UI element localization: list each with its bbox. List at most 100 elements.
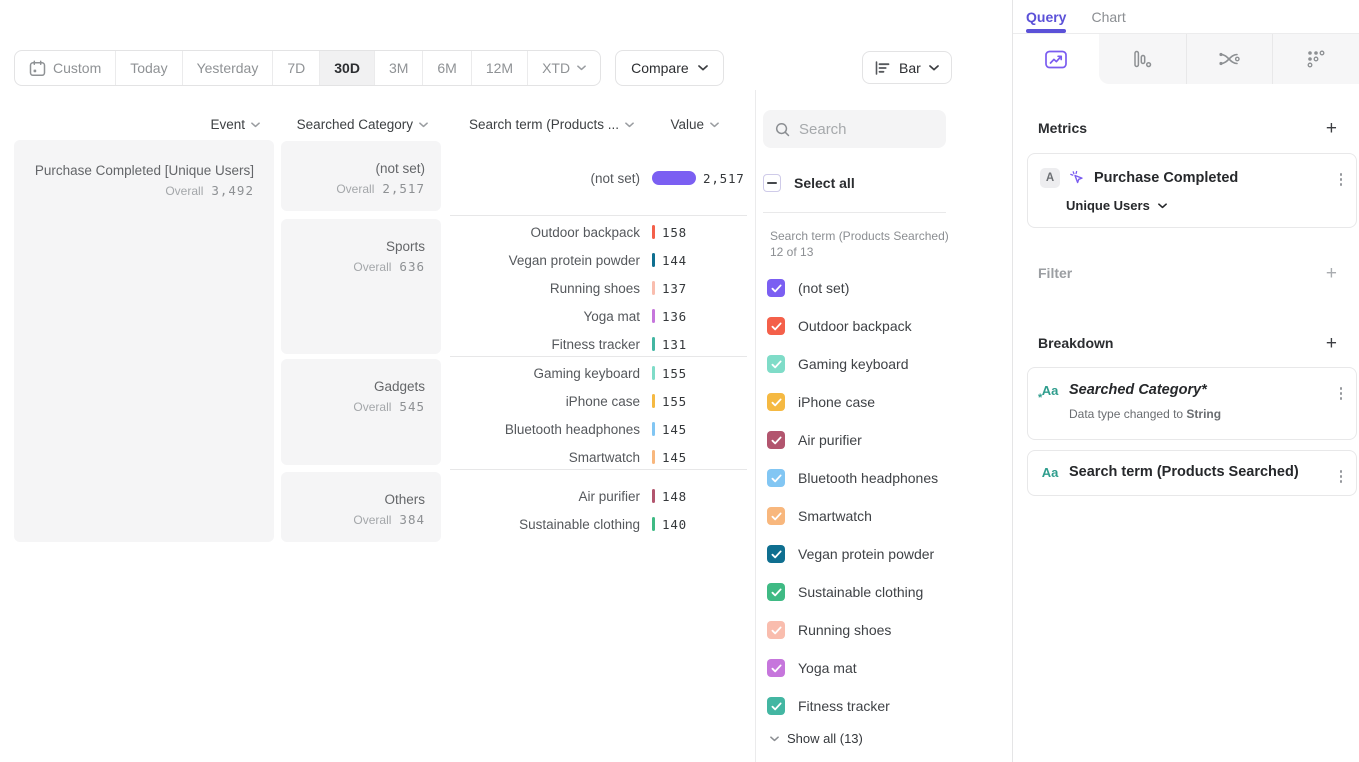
calendar-icon — [29, 60, 46, 77]
date-range-yesterday[interactable]: Yesterday — [182, 51, 273, 85]
value-bar[interactable] — [652, 337, 655, 351]
value-bar[interactable] — [652, 225, 655, 239]
breakdown-more-menu[interactable] — [1338, 468, 1345, 485]
checklist-item-outdoor-backpack[interactable]: Outdoor backpack — [767, 307, 938, 345]
checklist-item-fitness-tracker[interactable]: Fitness tracker — [767, 687, 938, 725]
term-bar-cell: 144 — [640, 253, 747, 268]
search-term-row[interactable]: Running shoes 137 — [450, 274, 747, 302]
date-range-7d[interactable]: 7D — [272, 51, 319, 85]
add-filter-button[interactable]: + — [1326, 264, 1337, 283]
term-bar-cell: 155 — [640, 366, 747, 381]
value-bar[interactable] — [652, 422, 655, 436]
date-range-custom[interactable]: Custom — [15, 51, 115, 85]
checklist-item-air-purifier[interactable]: Air purifier — [767, 421, 938, 459]
checklist-item-yoga-mat[interactable]: Yoga mat — [767, 649, 938, 687]
chevron-down-icon — [710, 122, 719, 128]
category-cell[interactable]: (not set) Overall2,517 — [281, 141, 441, 211]
date-range-12m[interactable]: 12M — [471, 51, 527, 85]
breakdown-more-menu[interactable] — [1338, 385, 1345, 402]
search-term-row[interactable]: Sustainable clothing 140 — [450, 510, 747, 538]
checked-checkbox-icon — [767, 621, 785, 639]
date-range-6m[interactable]: 6M — [422, 51, 470, 85]
value-bar[interactable] — [652, 171, 696, 185]
value-bar[interactable] — [652, 281, 655, 295]
chevron-down-icon — [698, 65, 708, 71]
aggregation-dropdown[interactable]: Unique Users — [1066, 198, 1356, 227]
category-cell[interactable]: Others Overall384 — [281, 472, 441, 542]
add-metric-button[interactable]: + — [1326, 119, 1337, 138]
value-bar[interactable] — [652, 517, 655, 531]
add-breakdown-button[interactable]: + — [1326, 334, 1337, 353]
search-term-row[interactable]: Yoga mat 136 — [450, 302, 747, 330]
date-range-3m[interactable]: 3M — [374, 51, 422, 85]
tab-insights[interactable] — [1013, 34, 1099, 84]
show-all-button[interactable]: Show all (13) — [770, 731, 863, 746]
checked-checkbox-icon — [767, 545, 785, 563]
date-range-30d[interactable]: 30D — [319, 51, 374, 85]
checklist-item-gaming-keyboard[interactable]: Gaming keyboard — [767, 345, 938, 383]
value-number: 140 — [662, 517, 687, 532]
value-bar[interactable] — [652, 489, 655, 503]
checklist-item-label: Yoga mat — [798, 660, 857, 676]
value-number: 148 — [662, 489, 687, 504]
category-cell[interactable]: Sports Overall636 — [281, 219, 441, 354]
query-panel: Query Chart — [1012, 0, 1359, 762]
tab-retention[interactable] — [1272, 34, 1359, 84]
value-number: 158 — [662, 225, 687, 240]
select-all-label: Select all — [794, 175, 855, 191]
date-range-today[interactable]: Today — [115, 51, 181, 85]
search-field[interactable] — [763, 110, 946, 148]
search-term-row[interactable]: Vegan protein powder 144 — [450, 246, 747, 274]
search-term-row[interactable]: Fitness tracker 131 — [450, 330, 747, 358]
value-bar[interactable] — [652, 394, 655, 408]
checklist-item--not-set-[interactable]: (not set) — [767, 269, 938, 307]
term-bar-cell: 158 — [640, 225, 747, 240]
metric-more-menu[interactable] — [1338, 171, 1345, 188]
chart-type-dropdown[interactable]: Bar — [862, 51, 952, 84]
checklist-item-running-shoes[interactable]: Running shoes — [767, 611, 938, 649]
category-overall: Overall636 — [291, 259, 425, 274]
category-cell[interactable]: Gadgets Overall545 — [281, 359, 441, 465]
metric-card[interactable]: A Purchase Completed Unique Users — [1027, 153, 1357, 228]
checklist-item-smartwatch[interactable]: Smartwatch — [767, 497, 938, 535]
compare-button[interactable]: Compare — [615, 50, 724, 86]
search-term-row[interactable]: (not set) 2,517 — [450, 164, 747, 192]
search-term-row[interactable]: Air purifier 148 — [450, 482, 747, 510]
value-bar[interactable] — [652, 309, 655, 323]
value-bar[interactable] — [652, 366, 655, 380]
term-bar-cell: 148 — [640, 489, 747, 504]
search-term-row[interactable]: Bluetooth headphones 145 — [450, 415, 747, 443]
column-header-event[interactable]: Event — [14, 117, 260, 132]
search-term-row[interactable]: Gaming keyboard 155 — [450, 359, 747, 387]
active-tab-underline — [1026, 29, 1066, 33]
checked-checkbox-icon — [767, 583, 785, 601]
tab-funnels[interactable] — [1099, 34, 1186, 84]
search-term-row[interactable]: Outdoor backpack 158 — [450, 218, 747, 246]
search-input[interactable] — [799, 121, 919, 138]
checklist-item-sustainable-clothing[interactable]: Sustainable clothing — [767, 573, 938, 611]
checklist-item-vegan-protein-powder[interactable]: Vegan protein powder — [767, 535, 938, 573]
metric-letter-badge: A — [1040, 168, 1060, 188]
search-term-row[interactable]: Smartwatch 145 — [450, 443, 747, 471]
select-all-checkbox[interactable]: Select all — [763, 174, 855, 192]
search-term-row[interactable]: iPhone case 155 — [450, 387, 747, 415]
tab-query[interactable]: Query — [1026, 9, 1066, 25]
breakdown-card-searched-category[interactable]: Aa* Searched Category* Data type changed… — [1027, 367, 1357, 440]
date-range-xtd[interactable]: XTD — [527, 51, 600, 85]
column-header-searched-category[interactable]: Searched Category — [281, 117, 428, 132]
column-header-search-term[interactable]: Search term (Products ... — [443, 117, 634, 132]
checked-checkbox-icon — [767, 355, 785, 373]
insights-icon — [1045, 50, 1067, 69]
checklist-item-bluetooth-headphones[interactable]: Bluetooth headphones — [767, 459, 938, 497]
check-icon — [771, 512, 782, 521]
tab-chart[interactable]: Chart — [1091, 9, 1125, 25]
event-cell[interactable]: Purchase Completed [Unique Users] Overal… — [14, 140, 274, 542]
chevron-down-icon — [577, 65, 586, 71]
breakdown-card-search-term[interactable]: Aa Search term (Products Searched) — [1027, 450, 1357, 496]
checklist-item-iphone-case[interactable]: iPhone case — [767, 383, 938, 421]
tab-flows[interactable] — [1186, 34, 1273, 84]
value-bar[interactable] — [652, 253, 655, 267]
value-bar[interactable] — [652, 450, 655, 464]
column-header-value[interactable]: Value — [650, 117, 719, 132]
metric-event-name: Purchase Completed — [1094, 170, 1238, 186]
